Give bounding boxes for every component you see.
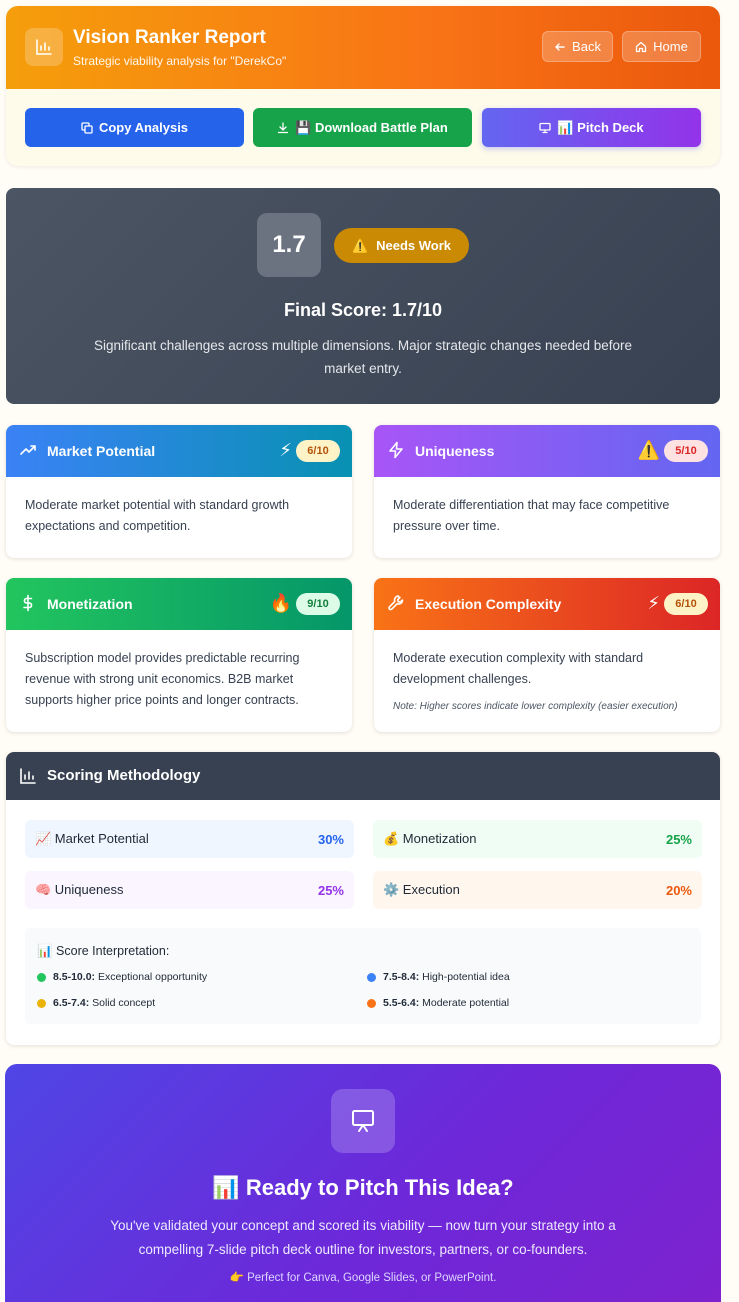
cta-note: 👉 Perfect for Canva, Google Slides, or P…	[229, 1272, 497, 1284]
metric-score-badge: 6/10	[664, 593, 708, 615]
pitch-deck-button[interactable]: 📊 Pitch Deck	[482, 108, 701, 147]
dollar-icon	[23, 594, 33, 612]
weight-label: 📈 Market Potential	[35, 831, 149, 846]
metric-header: Uniqueness ⚠️ 5/10	[374, 425, 720, 477]
metric-header: Execution Complexity ⚡ 6/10	[374, 578, 720, 630]
download-icon	[277, 121, 289, 133]
home-button-label: Home	[653, 39, 688, 54]
cta-description: You've validated your concept and scored…	[110, 1218, 616, 1257]
metric-description: Moderate execution complexity with stand…	[393, 651, 644, 686]
interpretation-item: 6.5-7.4: Solid concept	[37, 997, 155, 1009]
orange-dot-icon	[367, 998, 376, 1008]
score-value: 1.7	[257, 213, 321, 277]
download-battle-plan-button[interactable]: 💾 Download Battle Plan	[253, 108, 472, 147]
home-button[interactable]: Home	[622, 31, 701, 62]
zap-icon	[389, 441, 403, 459]
page-title: Vision Ranker Report	[73, 27, 266, 48]
status-badge-label: Needs Work	[376, 238, 452, 253]
metric-card-market-potential: Market Potential ⚡ 6/10 Moderate market …	[6, 425, 352, 558]
green-dot-icon	[37, 972, 46, 982]
interpretation-range: 8.5-10.0:	[53, 971, 96, 983]
copy-analysis-label: Copy Analysis	[98, 120, 189, 135]
metric-description: Subscription model provides predictable …	[25, 651, 300, 707]
metric-note: Note: Higher scores indicate lower compl…	[393, 701, 678, 712]
weight-percent: 25%	[665, 831, 692, 847]
metric-title: Market Potential	[47, 443, 156, 459]
header-banner: Vision Ranker Report Strategic viability…	[6, 6, 720, 89]
pitch-deck-label: 📊 Pitch Deck	[557, 119, 644, 135]
presentation-icon	[331, 1089, 395, 1153]
metric-header: Market Potential ⚡ 6/10	[6, 425, 352, 477]
metric-score-badge: 9/10	[296, 593, 340, 615]
interpretation-text: Moderate potential	[422, 997, 510, 1009]
cta-title: 📊 Ready to Pitch This Idea?	[212, 1175, 514, 1200]
home-icon	[636, 41, 647, 52]
metric-card-execution-complexity: Execution Complexity ⚡ 6/10 Moderate exe…	[374, 578, 720, 732]
weight-label: 🧠 Uniqueness	[35, 882, 124, 897]
page-subtitle: Strategic viability analysis for "DerekC…	[73, 54, 287, 68]
warning-icon: ⚠️	[351, 237, 369, 253]
weight-market-potential: 📈 Market Potential 30%	[25, 820, 354, 858]
metric-card-monetization: Monetization 🔥 9/10 Subscription model p…	[6, 578, 352, 732]
interpretation-range: 5.5-6.4:	[383, 997, 420, 1009]
lightning-icon: ⚡	[647, 593, 660, 613]
weight-execution: ⚙️ Execution 20%	[373, 871, 702, 909]
copy-icon	[81, 121, 93, 134]
metric-description: Moderate differentiation that may face c…	[393, 498, 670, 533]
final-score-heading: Final Score: 1.7/10	[283, 300, 443, 320]
metric-body: Moderate execution complexity with stand…	[374, 630, 720, 717]
interpretation-text: Exceptional opportunity	[97, 971, 208, 983]
copy-analysis-button[interactable]: Copy Analysis	[25, 108, 244, 147]
status-badge: ⚠️ Needs Work	[334, 228, 469, 263]
download-battle-plan-label: 💾 Download Battle Plan	[295, 119, 448, 135]
weight-percent: 20%	[665, 882, 692, 898]
metric-description: Moderate market potential with standard …	[25, 498, 290, 533]
bar-chart-icon	[25, 28, 63, 66]
report-header: Vision Ranker Report Strategic viability…	[6, 6, 720, 166]
metric-title: Uniqueness	[415, 443, 495, 459]
fire-icon: 🔥	[269, 593, 292, 613]
metric-score-badge: 5/10	[664, 440, 708, 462]
interpretation-text: Solid concept	[92, 997, 156, 1009]
score-description: Significant challenges across multiple d…	[93, 338, 633, 376]
interpretation-item: 5.5-6.4: Moderate potential	[367, 997, 509, 1009]
interpretation-range: 7.5-8.4:	[383, 971, 420, 983]
interpretation-range: 6.5-7.4:	[53, 997, 90, 1009]
weight-monetization: 💰 Monetization 25%	[373, 820, 702, 858]
weight-label: 💰 Monetization	[383, 831, 477, 846]
blue-dot-icon	[367, 972, 376, 982]
lightning-icon: ⚡	[279, 440, 292, 460]
interpretation-title: 📊 Score Interpretation:	[37, 944, 170, 958]
trending-up-icon	[20, 445, 36, 455]
weight-uniqueness: 🧠 Uniqueness 25%	[25, 871, 354, 909]
bar-chart-icon	[20, 768, 36, 784]
metric-card-uniqueness: Uniqueness ⚠️ 5/10 Moderate differentiat…	[374, 425, 720, 558]
score-interpretation-box: 📊 Score Interpretation: 8.5-10.0: Except…	[25, 928, 701, 1024]
back-button-label: Back	[572, 39, 601, 54]
yellow-dot-icon	[37, 998, 46, 1008]
interpretation-item: 7.5-8.4: High-potential idea	[367, 971, 510, 983]
weight-percent: 25%	[317, 882, 344, 898]
warning-icon: ⚠️	[637, 440, 660, 460]
metric-title: Execution Complexity	[415, 596, 562, 612]
arrow-left-icon	[555, 42, 565, 51]
methodology-title: Scoring Methodology	[47, 767, 201, 784]
wrench-icon	[388, 595, 404, 611]
back-button[interactable]: Back	[542, 31, 613, 62]
metric-header: Monetization 🔥 9/10	[6, 578, 352, 630]
weight-label: ⚙️ Execution	[383, 882, 460, 897]
pitch-cta-card: 📊 Ready to Pitch This Idea? You've valid…	[5, 1064, 721, 1302]
scoring-methodology-panel: Scoring Methodology 📈 Market Potential 3…	[6, 752, 720, 1045]
interpretation-item: 8.5-10.0: Exceptional opportunity	[37, 971, 207, 983]
presentation-icon	[539, 122, 552, 133]
final-score-card: 1.7 ⚠️ Needs Work Final Score: 1.7/10 Si…	[6, 188, 720, 404]
weight-percent: 30%	[317, 831, 344, 847]
interpretation-text: High-potential idea	[422, 971, 510, 983]
metric-title: Monetization	[47, 596, 133, 612]
metric-score-badge: 6/10	[296, 440, 340, 462]
methodology-header: Scoring Methodology	[6, 752, 720, 800]
